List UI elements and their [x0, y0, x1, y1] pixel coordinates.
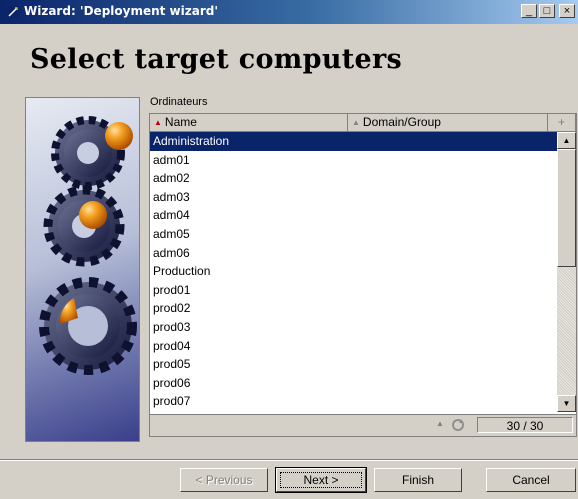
finish-button[interactable]: Finish [374, 468, 462, 492]
table-row[interactable]: Administration [150, 132, 557, 151]
table-footer: ▲ 30 / 30 [150, 414, 576, 436]
sort-icon: ▲ [352, 118, 360, 127]
title-bar[interactable]: Wizard: 'Deployment wizard' _ □ × [0, 0, 578, 24]
scrollbar-thumb[interactable] [557, 149, 576, 267]
table-row[interactable]: adm01 [150, 151, 557, 170]
column-header-name-label: Name [164, 115, 197, 129]
sort-icon[interactable]: ▲ [436, 419, 444, 428]
close-button[interactable]: × [559, 4, 575, 18]
table-row[interactable]: prod01 [150, 281, 557, 300]
previous-button[interactable]: < Previous [180, 468, 268, 492]
record-count: 30 / 30 [477, 417, 573, 433]
column-header-domain-label: Domain/Group [362, 115, 441, 129]
refresh-icon[interactable] [450, 418, 466, 432]
cancel-button[interactable]: Cancel [486, 468, 576, 492]
gear-icon [43, 185, 125, 267]
maximize-button[interactable]: □ [539, 4, 555, 18]
table-row[interactable]: prod03 [150, 318, 557, 337]
sort-ascending-icon: ▲ [154, 118, 162, 127]
column-header-domain[interactable]: ▲ Domain/Group [348, 114, 548, 132]
next-button[interactable]: Next > [275, 467, 367, 493]
table-row[interactable]: adm06 [150, 244, 557, 263]
wizard-illustration [25, 97, 140, 442]
list-title: Ordinateurs [150, 96, 208, 108]
focus-rect [280, 472, 362, 488]
table-row[interactable]: prod06 [150, 374, 557, 393]
gear-icon [39, 277, 137, 375]
table-row[interactable]: adm04 [150, 206, 557, 225]
orange-ball-icon [105, 122, 133, 150]
orange-ball-icon [79, 201, 107, 229]
add-column-button[interactable]: + [548, 114, 576, 132]
table-row[interactable]: prod04 [150, 337, 557, 356]
column-header-name[interactable]: ▲ Name [150, 114, 348, 132]
wizard-window: Wizard: 'Deployment wizard' _ □ × Select… [0, 0, 578, 499]
table-row[interactable]: prod07 [150, 392, 557, 411]
table-row[interactable]: prod05 [150, 355, 557, 374]
scroll-up-icon[interactable]: ▲ [557, 132, 576, 149]
scroll-down-icon[interactable]: ▼ [557, 395, 576, 412]
table-row[interactable]: adm03 [150, 188, 557, 207]
window-title: Wizard: 'Deployment wizard' [24, 4, 219, 18]
computers-table: ▲ Name ▲ Domain/Group + Administration adm… [149, 113, 577, 437]
vertical-scrollbar[interactable]: ▲ ▼ [557, 132, 576, 412]
table-row[interactable]: adm05 [150, 225, 557, 244]
minimize-button[interactable]: _ [521, 4, 537, 18]
app-icon [7, 6, 19, 18]
table-rows: Administration adm01 adm02 adm03 adm04 a… [150, 132, 557, 412]
table-row[interactable]: prod02 [150, 299, 557, 318]
divider [0, 459, 578, 461]
table-row[interactable]: Production [150, 262, 557, 281]
table-row[interactable]: adm02 [150, 169, 557, 188]
page-title: Select target computers [30, 44, 403, 75]
gears-illustration [39, 116, 137, 375]
